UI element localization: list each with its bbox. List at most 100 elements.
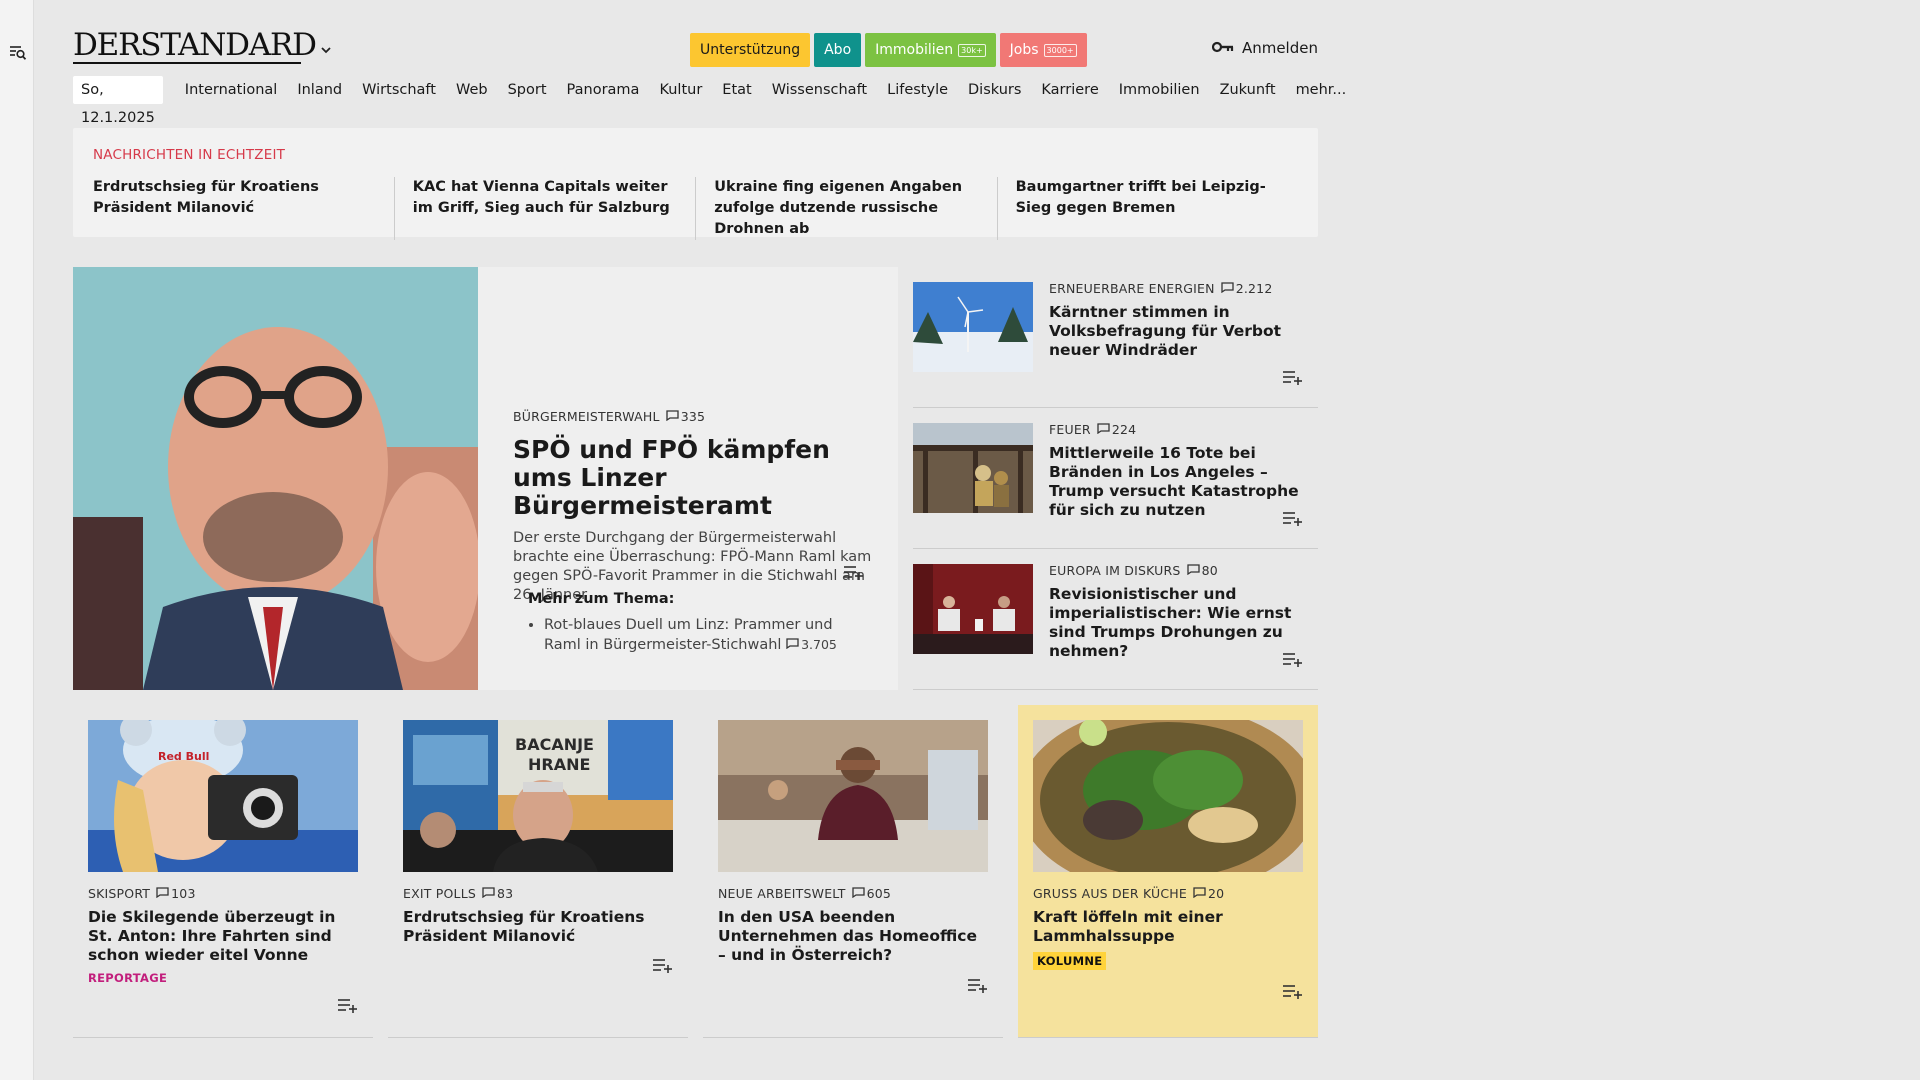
immobilien-count-badge: 30k+ — [958, 43, 986, 57]
article-card-text: Neue Arbeitswelt 605 In den USA beenden … — [718, 886, 990, 965]
nav-item-more[interactable]: mehr... — [1296, 82, 1347, 98]
card-comment-count[interactable]: 605 — [851, 886, 892, 901]
nav-item-inland[interactable]: Inland — [297, 82, 342, 98]
add-to-playlist-icon[interactable] — [844, 564, 864, 580]
jobs-button[interactable]: Jobs 3000+ — [999, 33, 1087, 67]
article-card-image[interactable]: BACANJE HRANE — [403, 720, 673, 872]
side-article-text: Europa im Diskurs 80 Revisionistischer u… — [1049, 563, 1315, 661]
nav-item-diskurs[interactable]: Diskurs — [968, 82, 1021, 98]
lead-comment-count[interactable]: 335 — [666, 409, 705, 424]
card-comment-number: 20 — [1208, 886, 1225, 901]
side-comment-count[interactable]: 224 — [1097, 422, 1136, 437]
related-comment-count[interactable]: 3.705 — [786, 635, 837, 654]
ticker-item[interactable]: Erdrutschsieg für Kroatiens Präsident Mi… — [93, 177, 394, 240]
ticker-item[interactable]: KAC hat Vienna Capitals weiter im Griff,… — [393, 177, 695, 240]
nav-item-etat[interactable]: Etat — [722, 82, 751, 98]
side-article-image[interactable] — [913, 423, 1033, 513]
card-comment-number: 103 — [171, 886, 196, 901]
add-to-playlist-icon[interactable] — [1283, 651, 1303, 667]
chevron-down-icon[interactable] — [319, 42, 333, 56]
side-article-text: Erneuerbare Energien 2.212 Kärntner stim… — [1049, 281, 1315, 360]
nav-item-wissenschaft[interactable]: Wissenschaft — [772, 82, 867, 98]
article-card-title[interactable]: Kraft löffeln mit einer Lammhalssuppe — [1033, 908, 1305, 946]
svg-text:Red Bull: Red Bull — [158, 750, 209, 763]
article-card-text: Exit Polls 83 Erdrutschsieg für Kroatien… — [403, 886, 675, 946]
card-comment-count[interactable]: 103 — [156, 886, 195, 901]
site-logo[interactable]: DERSTANDARD — [73, 30, 317, 61]
ticker-items: Erdrutschsieg für Kroatiens Präsident Mi… — [93, 177, 1298, 240]
card-kicker: Neue Arbeitswelt 605 — [718, 886, 990, 901]
comment-icon — [851, 886, 865, 901]
side-kicker: Europa im Diskurs 80 — [1049, 563, 1315, 578]
side-article-title[interactable]: Revisionistischer und imperialis­tischer… — [1049, 585, 1315, 661]
search-menu-icon[interactable] — [9, 43, 27, 61]
immobilien-button[interactable]: Immobilien 30k+ — [865, 33, 996, 67]
side-article-image[interactable] — [913, 564, 1033, 654]
nav-item-international[interactable]: International — [185, 82, 278, 98]
nav-item-sport[interactable]: Sport — [508, 82, 547, 98]
comment-icon — [1186, 563, 1200, 578]
kolumne-badge: KOLUMNE — [1033, 952, 1107, 970]
add-to-playlist-icon[interactable] — [1283, 510, 1303, 526]
ticker-item[interactable]: Ukraine fing eigenen Angaben zu­folge du… — [695, 177, 996, 240]
svg-text:HRANE: HRANE — [528, 755, 590, 774]
card-kicker-label: Exit Polls — [403, 886, 476, 901]
article-card-image[interactable] — [718, 720, 988, 872]
article-card-image[interactable]: Red Bull — [88, 720, 358, 872]
jobs-label: Jobs — [1009, 42, 1039, 58]
login-button[interactable]: Anmelden — [1211, 39, 1318, 57]
article-card-image[interactable] — [1033, 720, 1303, 872]
nav-item-immobilien[interactable]: Immobilien — [1119, 82, 1200, 98]
abo-button[interactable]: Abo — [814, 33, 862, 67]
related-item[interactable]: Rot-blaues Duell um Linz: Prammer und Ra… — [544, 616, 873, 655]
comment-icon — [786, 635, 799, 654]
comment-icon — [666, 409, 679, 424]
side-comment-number: 224 — [1111, 422, 1137, 437]
card-kicker-label: Gruß aus der Küche — [1033, 886, 1187, 901]
comment-icon — [1097, 422, 1110, 437]
side-comment-count[interactable]: 2.212 — [1221, 281, 1273, 296]
related-title: Mehr zum Thema: — [528, 591, 675, 607]
article-card-title[interactable]: Erdrutschsieg für Kroatiens Präsident Mi… — [403, 908, 675, 946]
card-comment-count[interactable]: 83 — [482, 886, 513, 901]
lead-kicker: Bürgermeisterwahl 335 — [513, 409, 873, 424]
ticker-item[interactable]: Baumgartner trifft bei Leipzig-Sieg gege… — [996, 177, 1298, 240]
reportage-badge: REPORTAGE — [88, 971, 168, 985]
lead-comment-number: 335 — [680, 409, 706, 424]
side-comment-number: 2.212 — [1235, 281, 1273, 296]
lead-article-image[interactable] — [73, 267, 478, 690]
support-button[interactable]: Unterstützung — [690, 33, 811, 67]
nav-item-lifestyle[interactable]: Lifestyle — [887, 82, 948, 98]
add-to-playlist-icon[interactable] — [968, 977, 988, 993]
nav-item-karriere[interactable]: Karriere — [1041, 82, 1098, 98]
add-to-playlist-icon[interactable] — [1283, 369, 1303, 385]
side-article-title[interactable]: Mittlerweile 16 Tote bei Bränden in Los … — [1049, 444, 1315, 520]
nav-item-zukunft[interactable]: Zukunft — [1220, 82, 1276, 98]
nav-item-wirtschaft[interactable]: Wirtschaft — [362, 82, 436, 98]
add-to-playlist-icon[interactable] — [338, 997, 358, 1013]
related-comment-number: 3.705 — [801, 637, 837, 652]
card-comment-number: 605 — [866, 886, 892, 901]
add-to-playlist-icon[interactable] — [1283, 983, 1303, 999]
article-card-title[interactable]: In den USA beenden Unternehmen das Homeo… — [718, 908, 990, 965]
side-article-title[interactable]: Kärntner stimmen in Volksbefragung für V… — [1049, 303, 1315, 360]
side-article-image[interactable] — [913, 282, 1033, 372]
nav-item-panorama[interactable]: Panorama — [567, 82, 640, 98]
side-article: Erneuerbare Energien 2.212 Kärntner stim… — [913, 267, 1318, 408]
lead-article-text: Bürgermeisterwahl 335 SPÖ und FPÖ kämpfe… — [513, 409, 873, 605]
lead-article: Bürgermeisterwahl 335 SPÖ und FPÖ kämpfe… — [73, 267, 898, 690]
nav-item-kultur[interactable]: Kultur — [659, 82, 702, 98]
lead-article-title[interactable]: SPÖ und FPÖ kämpfen ums Linzer Bürgermei… — [513, 436, 873, 520]
add-to-playlist-icon[interactable] — [653, 957, 673, 973]
lead-kicker-label: Bürgermeisterwahl — [513, 409, 660, 424]
card-comment-count[interactable]: 20 — [1193, 886, 1224, 901]
immobilien-label: Immobilien — [875, 42, 954, 58]
page: DERSTANDARD Unterstützung Abo Immobilien… — [73, 0, 1346, 1038]
card-kicker: Skisport 103 — [88, 886, 360, 901]
card-kicker: Gruß aus der Küche 20 — [1033, 886, 1305, 901]
side-articles: Erneuerbare Energien 2.212 Kärntner stim… — [913, 267, 1318, 690]
side-comment-count[interactable]: 80 — [1186, 563, 1218, 578]
article-card-title[interactable]: Die Skilegende überzeugt in St. Anton: I… — [88, 908, 360, 965]
nav-item-web[interactable]: Web — [456, 82, 488, 98]
related-articles: Mehr zum Thema: Rot-blaues Duell um Linz… — [528, 591, 873, 655]
